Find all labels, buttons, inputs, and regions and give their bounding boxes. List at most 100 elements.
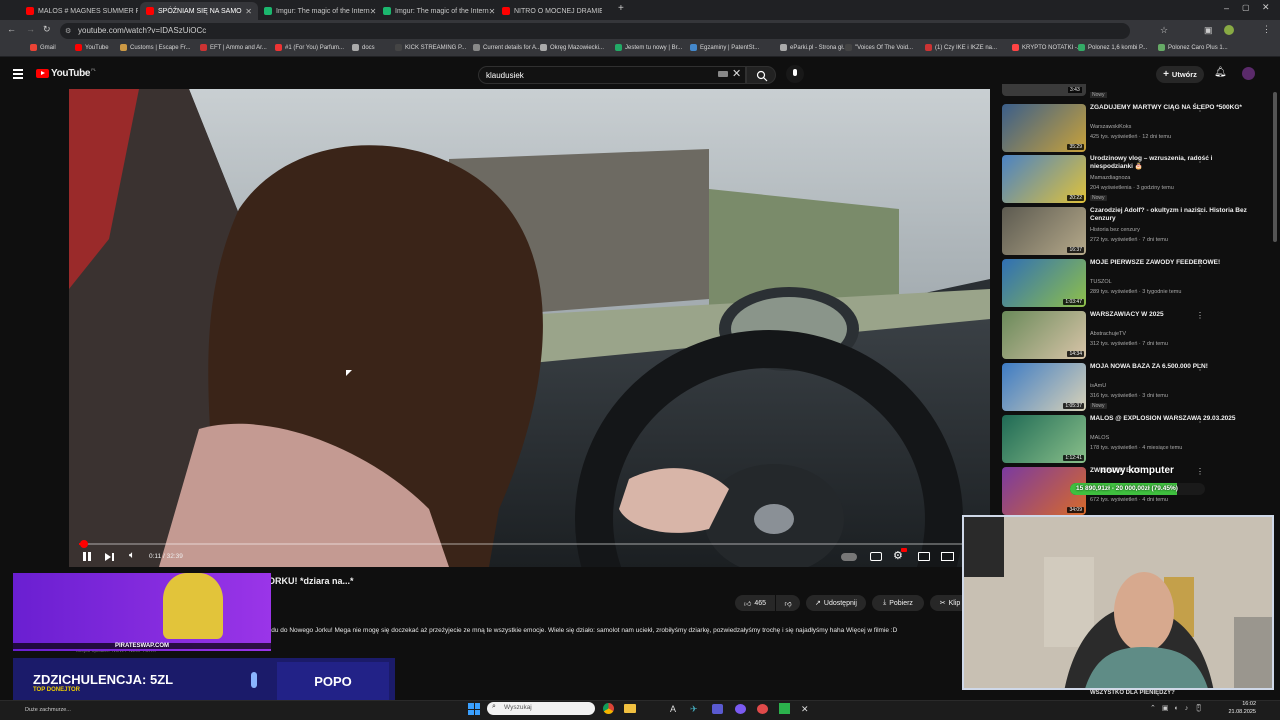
like-button[interactable]: 👍︎ 465 [735, 595, 775, 611]
create-button[interactable]: + Utwórz [1156, 66, 1204, 83]
explorer-taskbar-icon[interactable] [624, 704, 636, 713]
volume-icon[interactable]: 🔈︎ [129, 550, 135, 561]
recommended-video[interactable]: 16:37 Czarodziej Adolf? - okultyzm i nazi… [1002, 207, 1262, 259]
description-box[interactable]: zdu do Nowego Jorku! Mega nie mogę się d… [268, 626, 968, 650]
video-title[interactable]: MOJA NOWA BAZA ZA 6.500.000 PLN! [1090, 363, 1250, 371]
bookmark-item[interactable]: Polonez 1,6 kombi P... [1078, 44, 1147, 51]
bookmark-item[interactable]: Current details for A... [473, 44, 541, 51]
app-taskbar-icon-1[interactable]: A [670, 704, 676, 714]
weather-widget[interactable]: Duże zachmurze... [25, 707, 71, 713]
bookmark-item[interactable]: eParki.pl - Strona gł... [780, 44, 848, 51]
bookmark-item[interactable]: EFT | Ammo and Ar... [200, 44, 267, 51]
video-thumbnail[interactable]: 16:37 [1002, 207, 1086, 255]
recommended-video[interactable]: 20:22 Urodzinowy vlog – wzruszenia, radoś… [1002, 155, 1262, 207]
new-tab-button[interactable]: + [618, 3, 624, 14]
video-title[interactable]: MALOS @ EXPLOSION WARSZAWA 29.03.2025 [1090, 415, 1250, 423]
page-scrollbar[interactable] [1273, 92, 1277, 242]
forward-icon[interactable]: → [26, 24, 35, 34]
more-options-icon[interactable]: ⋮ [1196, 155, 1204, 164]
extensions-icon[interactable]: ▣ [1204, 25, 1213, 36]
next-video-icon[interactable] [105, 553, 111, 561]
tab-close-icon[interactable]: ✕ [370, 7, 376, 16]
bookmark-item[interactable]: KRYPTO NOTATKI -... [1012, 44, 1082, 51]
window-close-button[interactable]: ✕ [1262, 2, 1270, 13]
more-options-icon[interactable]: ⋮ [1196, 104, 1204, 113]
channel-name[interactable]: MALOS [1090, 435, 1109, 441]
more-options-icon[interactable]: ⋮ [1196, 415, 1204, 424]
more-options-icon[interactable]: ⋮ [1196, 259, 1204, 268]
channel-name[interactable]: isAmU [1090, 383, 1106, 389]
video-title[interactable]: ZGADUJEMY MARTWY CIĄG NA ŚLEPO *500KG* [1090, 104, 1250, 112]
video-thumbnail[interactable]: 35:29 [1002, 104, 1086, 152]
bookmark-item[interactable]: Egzaminy | PatentSt... [690, 44, 759, 51]
video-title[interactable]: MOJE PIERWSZE ZAWODY FEEDEROWE! [1090, 259, 1250, 267]
video-thumbnail[interactable]: 14:34 [1002, 311, 1086, 359]
clock-date[interactable]: 21.08.2025 [1226, 709, 1256, 715]
browser-tab[interactable]: Imgur: The magic of the Intern ✕ [258, 2, 376, 20]
video-thumbnail[interactable]: 20:22 [1002, 155, 1086, 203]
share-button[interactable]: ↗ Udostępnij [806, 595, 866, 611]
clock-time[interactable]: 16:02 [1226, 701, 1256, 707]
keyboard-icon[interactable] [718, 71, 728, 77]
site-info-icon[interactable]: ⚙ [65, 27, 71, 35]
bookmark-item[interactable]: docs [352, 44, 375, 51]
tray-icons[interactable]: ⌃▣◐♪🔋︎ [1150, 704, 1209, 712]
more-options-icon[interactable]: ⋮ [1196, 207, 1204, 216]
progress-bar-track[interactable] [79, 543, 980, 545]
theater-mode-icon[interactable] [941, 552, 954, 561]
taskbar-search[interactable]: ⌕ Wyszukaj [487, 702, 595, 715]
bookmark-item[interactable]: (1) Czy IKE i IKZE na... [925, 44, 997, 51]
notifications-bell-icon[interactable]: 🔔︎ [1214, 67, 1227, 78]
autoplay-toggle[interactable] [841, 553, 857, 561]
browser-tab[interactable]: NITRO O MOCNEJ DRAMIE Z C✕ [496, 2, 602, 20]
browser-tab[interactable]: Imgur: The magic of the Intern ✕ [377, 2, 495, 20]
dislike-button[interactable]: 👎︎ [776, 595, 800, 611]
account-avatar[interactable] [1242, 67, 1255, 80]
video-title[interactable]: Czarodziej Adolf? - okultyzm i naziści. … [1090, 207, 1250, 223]
video-thumbnail[interactable]: 1:05:37 [1002, 363, 1086, 411]
youtube-logo[interactable]: YouTube PL [36, 67, 96, 79]
progress-scrubber[interactable] [80, 540, 89, 548]
hamburger-menu-icon[interactable] [13, 68, 23, 79]
recommended-video[interactable]: 1:03:47 MOJE PIERWSZE ZAWODY FEEDEROWE! TU… [1002, 259, 1262, 311]
bookmark-item[interactable]: Polonez Caro Plus 1... [1158, 44, 1228, 51]
search-input[interactable]: klaudusiek [478, 66, 746, 84]
video-title[interactable]: Urodzinowy vlog – wzruszenia, radość i n… [1090, 155, 1250, 171]
clear-search-icon[interactable]: ✕ [732, 67, 741, 80]
chrome-taskbar-icon[interactable] [603, 703, 614, 714]
bookmark-item[interactable]: KICK STREAMING P... [395, 44, 466, 51]
app-taskbar-icon-7[interactable]: ✕ [801, 704, 809, 715]
browser-tab[interactable]: MALOS # MAGNES SUMMER F✕ [20, 2, 138, 20]
window-maximize-button[interactable]: ▢ [1242, 3, 1250, 12]
video-thumbnail[interactable]: 1:03:47 [1002, 259, 1086, 307]
tab-close-icon[interactable]: ✕ [245, 7, 252, 16]
address-bar-input[interactable]: youtube.com/watch?v=IDASzUiOCc [60, 23, 1130, 39]
video-thumbnail[interactable]: 1:12:41 [1002, 415, 1086, 463]
bookmark-item[interactable]: Gmail [30, 44, 56, 51]
miniplayer-icon[interactable] [918, 552, 930, 561]
bookmark-item[interactable]: Customs | Escape Fr... [120, 44, 191, 51]
app-taskbar-icon-4[interactable] [735, 704, 746, 714]
recommended-video[interactable]: 14:34 WARSZAWIACY W 2025 AbstrachujeTV 312 … [1002, 311, 1262, 363]
channel-name[interactable]: WarszawskiKoks [1090, 124, 1131, 130]
bookmark-item[interactable]: YouTube [75, 44, 109, 51]
bookmark-star-icon[interactable]: ☆ [1160, 25, 1168, 36]
recommended-video[interactable]: 35:29 ZGADUJEMY MARTWY CIĄG NA ŚLEPO *500… [1002, 104, 1262, 156]
recommended-video[interactable]: 1:05:37 MOJA NOWA BAZA ZA 6.500.000 PLN! i… [1002, 363, 1262, 415]
window-minimize-button[interactable]: – [1224, 3, 1229, 13]
bookmark-item[interactable]: Jestem tu nowy | Br... [615, 44, 682, 51]
more-options-icon[interactable]: ⋮ [1196, 363, 1204, 372]
app-taskbar-icon-5[interactable] [757, 704, 768, 714]
tab-close-icon[interactable]: ✕ [489, 7, 495, 16]
bookmark-item[interactable]: #1 (For You) Parfum... [275, 44, 344, 51]
channel-name[interactable]: AbstrachujeTV [1090, 331, 1126, 337]
app-taskbar-icon-2[interactable]: ✈ [690, 704, 698, 715]
recommended-video[interactable]: 1:12:41 MALOS @ EXPLOSION WARSZAWA 29.03.… [1002, 415, 1262, 467]
channel-name[interactable]: Mamazdiagnoza [1090, 175, 1130, 181]
browser-tab[interactable]: SPÓŹNIAM SIĘ NA SAMO ✕ [140, 2, 258, 20]
app-taskbar-icon-3[interactable] [712, 704, 723, 714]
pause-icon[interactable] [82, 552, 92, 562]
profile-icon[interactable] [1224, 25, 1234, 35]
browser-menu-icon[interactable]: ⋮ [1262, 24, 1271, 35]
video-title[interactable]: WARSZAWIACY W 2025 [1090, 311, 1250, 319]
